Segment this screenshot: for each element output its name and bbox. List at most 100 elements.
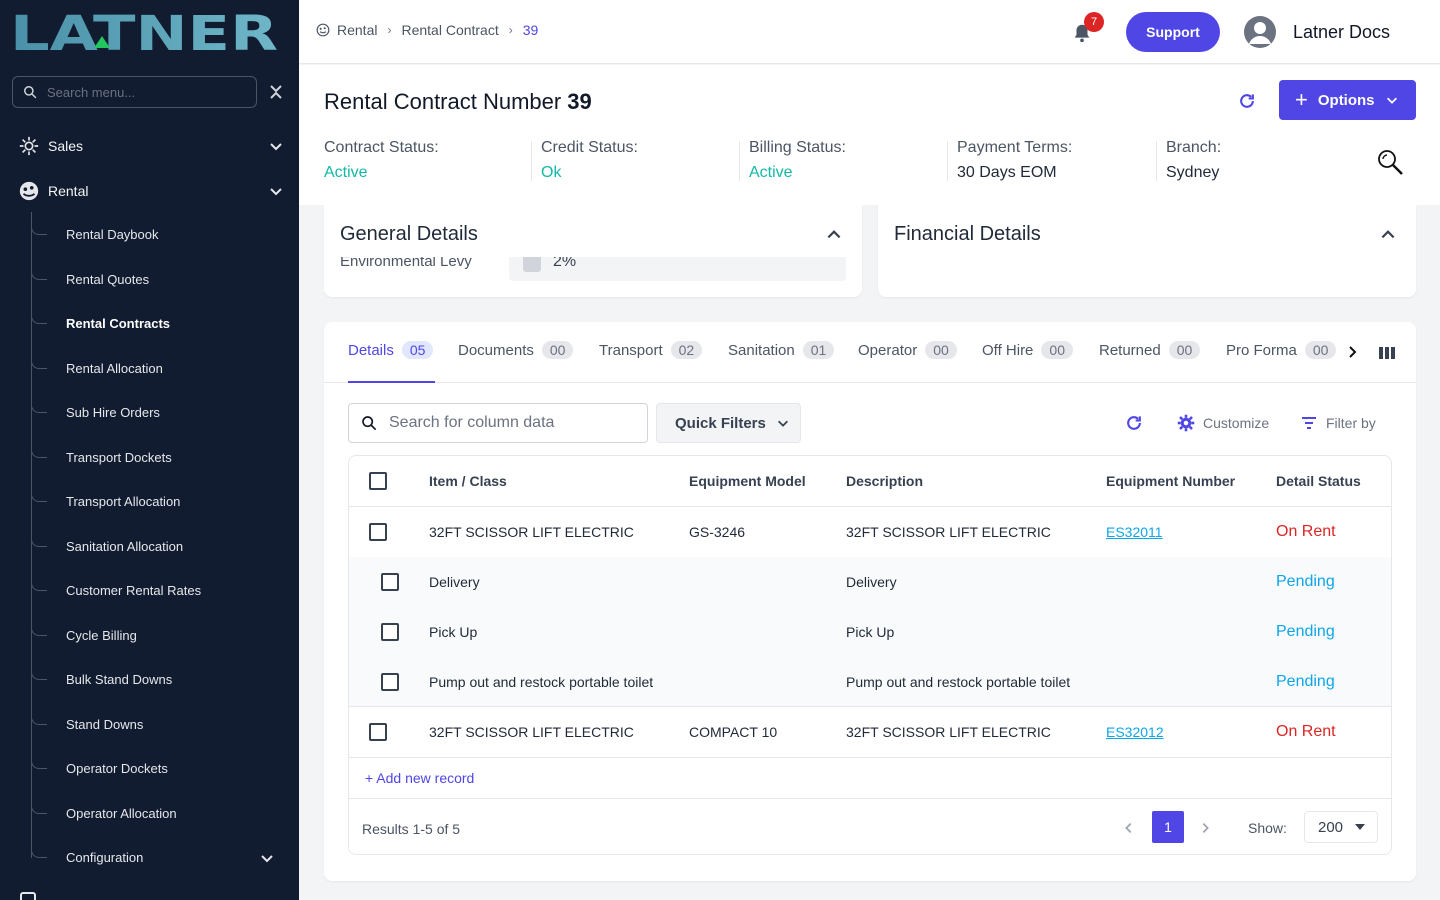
row-checkbox[interactable] xyxy=(369,723,387,741)
tab-sanitation[interactable]: Sanitation 01 xyxy=(728,341,835,383)
sidebar-item-customer-rental-rates[interactable]: Customer Rental Rates xyxy=(31,581,281,601)
status-value: Ok xyxy=(541,164,562,181)
chevron-up-icon[interactable] xyxy=(1379,225,1397,243)
filter-by-button[interactable]: Filter by xyxy=(1300,414,1376,432)
sidebar-search[interactable] xyxy=(12,76,257,108)
tab-count-badge: 00 xyxy=(1304,341,1337,359)
support-button[interactable]: Support xyxy=(1126,12,1220,52)
table-row[interactable]: Pump out and restock portable toilet Pump… xyxy=(349,657,1391,707)
page-size-select[interactable]: 200 xyxy=(1304,811,1378,843)
column-header[interactable]: Item / Class xyxy=(429,456,507,506)
customize-button[interactable]: Customize xyxy=(1177,414,1269,432)
table-row[interactable]: 32FT SCISSOR LIFT ELECTRIC COMPACT 10 32FT… xyxy=(349,707,1391,758)
page-1-button[interactable]: 1 xyxy=(1152,811,1184,843)
tree-branch xyxy=(31,626,47,636)
tab-count-badge: 02 xyxy=(670,341,703,359)
status-0: Contract Status: Active xyxy=(324,139,439,185)
sidebar-group-rental[interactable]: Rental xyxy=(18,179,288,203)
sidebar-item-stand-downs[interactable]: Stand Downs xyxy=(31,715,281,735)
gear-icon xyxy=(1177,414,1195,432)
status-divider xyxy=(1156,141,1157,181)
zoom-icon[interactable] xyxy=(1375,147,1405,177)
tab-documents[interactable]: Documents 00 xyxy=(458,341,574,383)
column-header[interactable]: Equipment Model xyxy=(689,456,806,506)
table-row[interactable]: 32FT SCISSOR LIFT ELECTRIC GS-3246 32FT SC… xyxy=(349,507,1391,558)
cell-desc: Pump out and restock portable toilet xyxy=(846,673,1071,690)
sidebar-item-label: Cycle Billing xyxy=(66,628,137,643)
tab-label: Sanitation xyxy=(728,342,795,359)
sidebar-item-operator-allocation[interactable]: Operator Allocation xyxy=(31,804,281,824)
environmental-levy-field[interactable]: 2% xyxy=(509,257,846,281)
column-header[interactable]: Description xyxy=(846,456,923,506)
sidebar-item-transport-dockets[interactable]: Transport Dockets xyxy=(31,448,281,468)
table-footer: Results 1-5 of 5 1 Show: 200 xyxy=(349,798,1391,854)
tree-branch xyxy=(31,492,47,502)
status-3: Payment Terms: 30 Days EOM xyxy=(957,139,1072,185)
user-name[interactable]: Latner Docs xyxy=(1293,22,1390,43)
breadcrumb-rental-contract[interactable]: Rental Contract xyxy=(401,22,498,38)
tab-operator[interactable]: Operator 00 xyxy=(858,341,957,383)
table-row[interactable]: Delivery Delivery Pending xyxy=(349,557,1391,607)
sidebar-item-rental-quotes[interactable]: Rental Quotes xyxy=(31,270,281,290)
cell-equip[interactable]: ES32012 xyxy=(1106,707,1164,757)
sidebar-item-sanitation-allocation[interactable]: Sanitation Allocation xyxy=(31,537,281,557)
sidebar-item-rental-contracts[interactable]: Rental Contracts xyxy=(31,314,281,334)
options-button[interactable]: + Options xyxy=(1279,80,1416,120)
latner-logo[interactable]: LATNER xyxy=(10,10,280,54)
column-header[interactable]: Detail Status xyxy=(1276,456,1361,506)
cell-item: Pump out and restock portable toilet xyxy=(429,673,654,690)
sidebar-item-label: Bulk Stand Downs xyxy=(66,672,173,687)
tab-off-hire[interactable]: Off Hire 00 xyxy=(982,341,1073,383)
sidebar-item-cycle-billing[interactable]: Cycle Billing xyxy=(31,626,281,646)
environmental-levy-value: 2% xyxy=(553,257,577,270)
sidebar-item-transport-allocation[interactable]: Transport Allocation xyxy=(31,492,281,512)
refresh-icon[interactable] xyxy=(1237,91,1257,111)
cell-desc: 32FT SCISSOR LIFT ELECTRIC xyxy=(846,724,1051,740)
chevron-up-icon[interactable] xyxy=(825,225,843,243)
row-checkbox[interactable] xyxy=(369,523,387,541)
tab-returned[interactable]: Returned 00 xyxy=(1099,341,1201,383)
rental-icon xyxy=(19,181,39,201)
column-header[interactable]: Equipment Number xyxy=(1106,456,1235,506)
table-header-row: Item / Class Equipment Model Description… xyxy=(349,456,1391,507)
select-all-checkbox[interactable] xyxy=(369,472,387,490)
sidebar-item-bulk-stand-downs[interactable]: Bulk Stand Downs xyxy=(31,670,281,690)
refresh-icon[interactable] xyxy=(1124,413,1144,433)
grid-search-input[interactable] xyxy=(389,414,639,432)
sidebar-search-input[interactable] xyxy=(47,84,237,100)
tab-label: Transport xyxy=(599,342,663,359)
row-checkbox[interactable] xyxy=(381,623,399,641)
status-divider xyxy=(531,141,532,181)
sidebar-item-sub-hire-orders[interactable]: Sub Hire Orders xyxy=(31,403,281,423)
sidebar-item-operator-dockets[interactable]: Operator Dockets xyxy=(31,759,281,779)
general-details-title: General Details xyxy=(340,223,478,245)
quick-filters-button[interactable]: Quick Filters xyxy=(656,403,801,443)
chevron-right-icon[interactable] xyxy=(1344,344,1360,360)
avatar[interactable] xyxy=(1244,16,1276,48)
sidebar-group-sales[interactable]: Sales xyxy=(18,134,288,158)
chevron-right-icon[interactable] xyxy=(1198,821,1212,835)
add-record-link[interactable]: + Add new record xyxy=(365,770,474,786)
sidebar-item-rental-allocation[interactable]: Rental Allocation xyxy=(31,359,281,379)
row-checkbox[interactable] xyxy=(381,672,399,691)
collapse-sidebar-icon[interactable] xyxy=(266,82,286,102)
sidebar-item-rental-daybook[interactable]: Rental Daybook xyxy=(31,225,281,245)
breadcrumb-rental[interactable]: Rental xyxy=(337,22,377,38)
table-row[interactable]: Pick Up Pick Up Pending xyxy=(349,607,1391,657)
filter-by-label: Filter by xyxy=(1326,415,1376,431)
row-checkbox[interactable] xyxy=(381,573,399,591)
chevron-down-icon xyxy=(777,420,788,427)
columns-icon[interactable] xyxy=(1378,344,1396,362)
tab-transport[interactable]: Transport 02 xyxy=(599,341,703,383)
tree-branch xyxy=(31,670,47,680)
chevron-left-icon[interactable] xyxy=(1122,821,1136,835)
grid-search[interactable] xyxy=(348,403,648,443)
tab-details[interactable]: Details 05 xyxy=(348,341,435,383)
tree-branch xyxy=(31,403,47,413)
cell-equip[interactable]: ES32011 xyxy=(1106,507,1163,557)
tab-pro-forma[interactable]: Pro Forma 00 xyxy=(1226,341,1337,383)
sidebar-group-label: Rental xyxy=(48,183,89,199)
sidebar-item-configuration[interactable]: Configuration xyxy=(31,848,281,868)
notification-badge: 7 xyxy=(1084,12,1104,32)
tree-branch xyxy=(31,314,47,324)
